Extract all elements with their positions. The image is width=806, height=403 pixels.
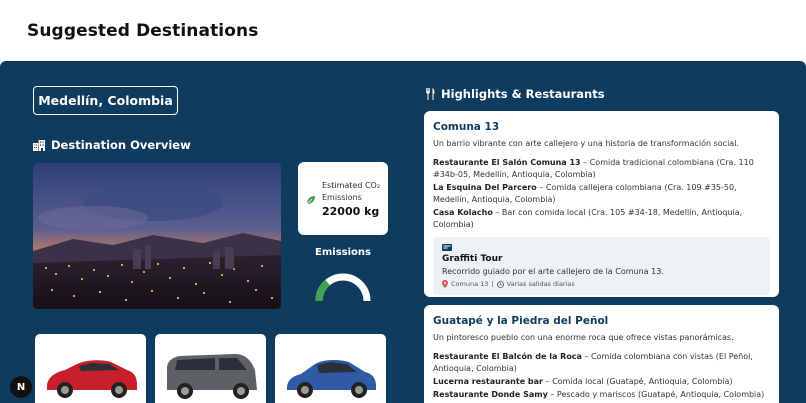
tour-location: Comuna 13 [451,280,489,288]
emissions-label: Estimated CO₂ Emissions [322,181,381,202]
location-pin-icon [442,280,448,288]
gray-van-image [167,354,257,399]
highlight-card-guatape[interactable]: Guatapé y la Piedra del Peñol Un pintore… [424,305,779,403]
restaurant-item: Casa Kolacho – Bar con comida local (Cra… [433,208,743,229]
city-badge: Medellín, Colombia [33,86,178,115]
highlight-description: Un barrio vibrante con arte callejero y … [433,139,739,148]
emissions-title: Emissions [315,247,371,258]
highlight-title: Comuna 13 [433,121,500,133]
highlights-heading: Highlights & Restaurants [425,87,605,101]
leaf-icon [306,196,315,205]
highlight-description: Un pintoresco pueblo con una enorme roca… [433,333,734,342]
tour-schedule: Varias salidas diarias [506,280,575,288]
car-card[interactable] [35,334,146,403]
restaurant-item: Restaurante Donde Samy – Pescado y maris… [433,390,765,399]
restaurant-item: La Esquina Del Parcero – Comida callejer… [433,183,737,204]
city-night-photo [33,163,281,309]
red-suv-image [47,360,137,398]
highlight-title: Guatapé y la Piedra del Peñol [433,315,609,327]
ticket-icon [442,244,452,251]
floating-n-button[interactable]: N [10,376,32,398]
destination-overview-heading: Destination Overview [33,138,191,152]
city-icon [33,139,45,151]
clock-icon [496,280,504,288]
emissions-value: 22000 kg [322,205,380,218]
tour-box[interactable]: Graffiti Tour Recorrido guiado por el ar… [433,237,770,295]
restaurant-item: Restaurante El Balcón de la Roca – Comid… [433,352,753,373]
tour-separator: | [491,280,494,288]
page-title: Suggested Destinations [27,21,259,41]
car-card[interactable] [275,334,386,403]
restaurant-item: Restaurante El Salón Comuna 13 – Comida … [433,158,754,179]
highlight-card-comuna-13[interactable]: Comuna 13 Un barrio vibrante con arte ca… [424,111,779,297]
restaurant-item: Lucerna restaurante bar – Comida local (… [433,377,733,386]
emissions-card: Estimated CO₂ Emissions 22000 kg [298,162,388,235]
emissions-gauge [315,273,371,302]
destination-overview-label: Destination Overview [51,138,191,152]
blue-hatchback-image [287,359,376,398]
tour-title: Graffiti Tour [442,254,503,264]
top-bar: Suggested Destinations [0,0,806,61]
highlights-label: Highlights & Restaurants [441,87,605,101]
fork-knife-icon [426,88,435,100]
tour-meta: Comuna 13 | Varias salidas diarias [442,280,761,288]
destination-panel: Medellín, Colombia Destination Overview [0,61,806,403]
tour-description: Recorrido guiado por el arte callejero d… [442,267,664,276]
car-card[interactable] [155,334,266,403]
